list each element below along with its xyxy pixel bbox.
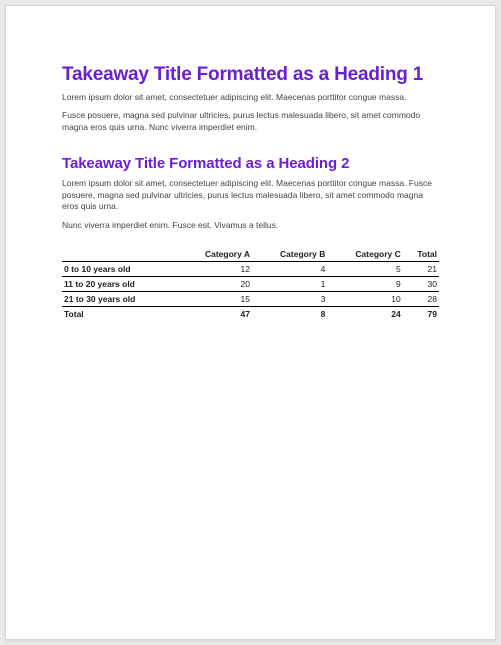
section2-para1: Lorem ipsum dolor sit amet, consectetuer… xyxy=(62,178,439,212)
cell-total: 28 xyxy=(403,292,439,307)
row-label: 11 to 20 years old xyxy=(62,277,177,292)
cell-b: 4 xyxy=(252,262,327,277)
cell-total: 21 xyxy=(403,262,439,277)
col-header-rowlabel xyxy=(62,247,177,262)
cell-a: 15 xyxy=(177,292,252,307)
table-header-row: Category A Category B Category C Total xyxy=(62,247,439,262)
row-label: 21 to 30 years old xyxy=(62,292,177,307)
col-header-b: Category B xyxy=(252,247,327,262)
table-total-row: Total 47 8 24 79 xyxy=(62,307,439,322)
table-row: 21 to 30 years old 15 3 10 28 xyxy=(62,292,439,307)
cell-c: 10 xyxy=(327,292,402,307)
cell-b: 8 xyxy=(252,307,327,322)
section1-para1: Lorem ipsum dolor sit amet, consectetuer… xyxy=(62,92,439,103)
document-page: Takeaway Title Formatted as a Heading 1 … xyxy=(5,5,496,640)
section1-para2: Fusce posuere, magna sed pulvinar ultric… xyxy=(62,110,439,133)
cell-a: 47 xyxy=(177,307,252,322)
section2-para2: Nunc viverra imperdiet enim. Fusce est. … xyxy=(62,220,439,231)
col-header-a: Category A xyxy=(177,247,252,262)
col-header-c: Category C xyxy=(327,247,402,262)
heading-2: Takeaway Title Formatted as a Heading 2 xyxy=(62,155,439,172)
data-table: Category A Category B Category C Total 0… xyxy=(62,247,439,321)
col-header-total: Total xyxy=(403,247,439,262)
cell-b: 3 xyxy=(252,292,327,307)
cell-total: 30 xyxy=(403,277,439,292)
row-label: 0 to 10 years old xyxy=(62,262,177,277)
table-row: 0 to 10 years old 12 4 5 21 xyxy=(62,262,439,277)
cell-a: 12 xyxy=(177,262,252,277)
cell-b: 1 xyxy=(252,277,327,292)
cell-total: 79 xyxy=(403,307,439,322)
table-row: 11 to 20 years old 20 1 9 30 xyxy=(62,277,439,292)
cell-c: 24 xyxy=(327,307,402,322)
heading-1: Takeaway Title Formatted as a Heading 1 xyxy=(62,64,439,86)
cell-c: 9 xyxy=(327,277,402,292)
row-label-total: Total xyxy=(62,307,177,322)
cell-a: 20 xyxy=(177,277,252,292)
cell-c: 5 xyxy=(327,262,402,277)
